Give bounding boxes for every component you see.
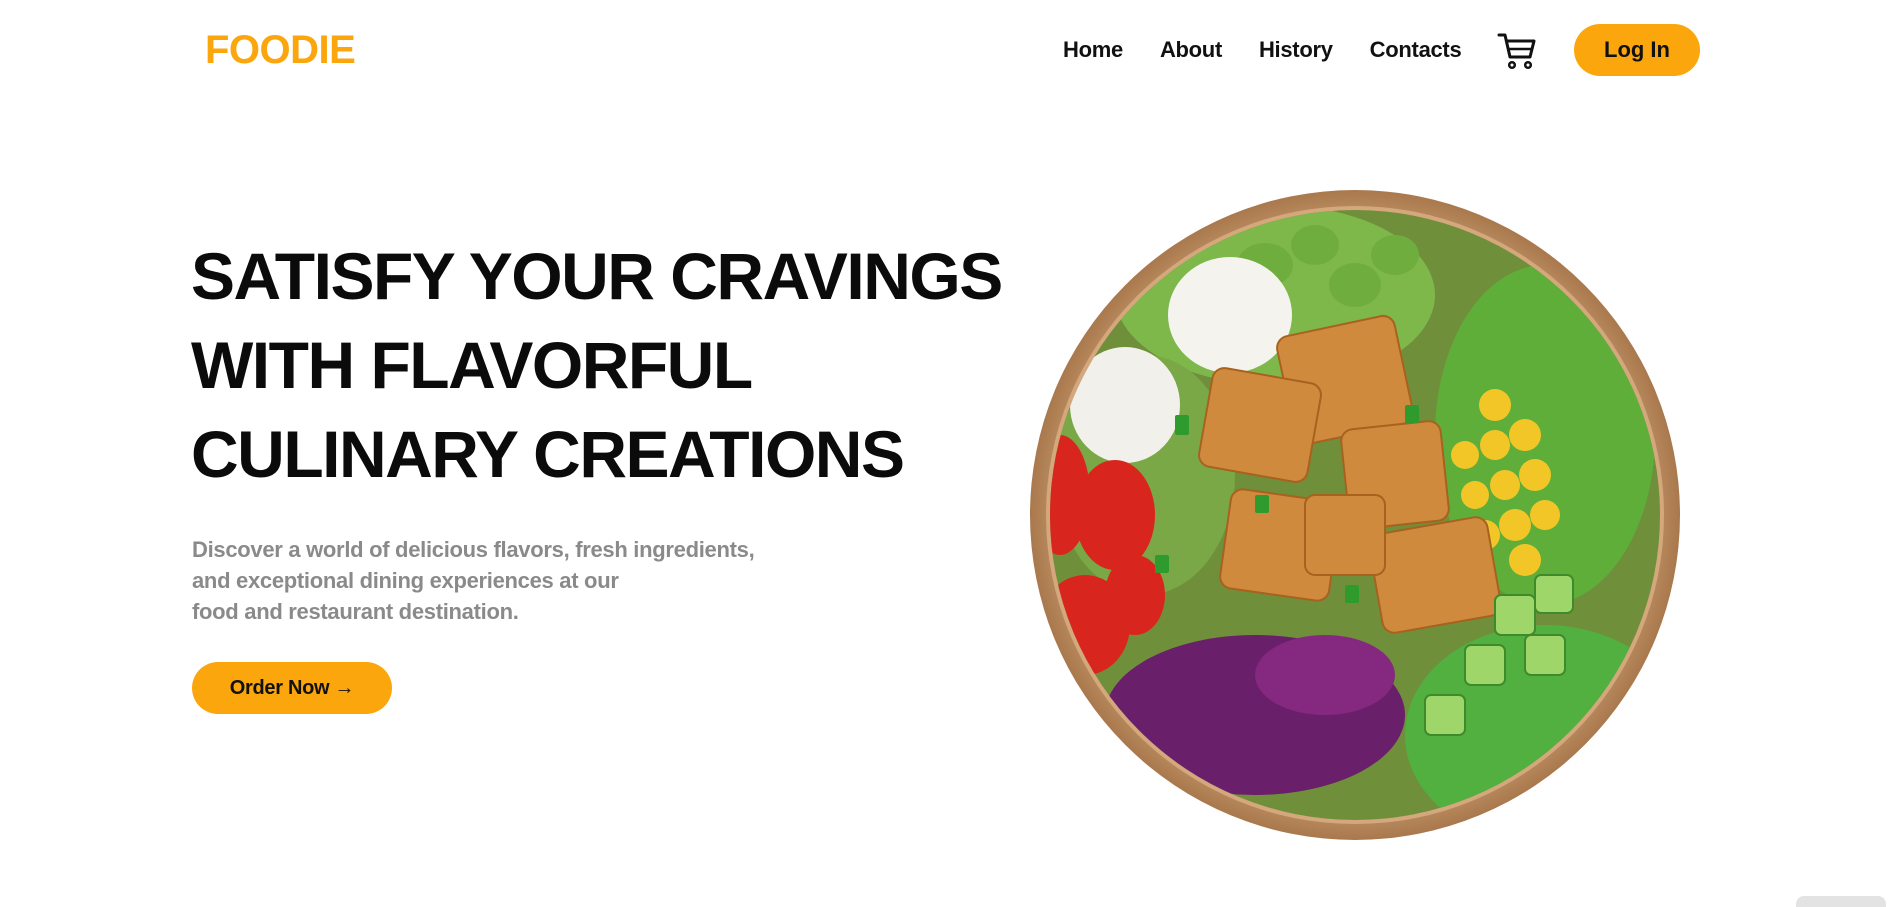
hero-title: SATISFY YOUR CRAVINGS WITH FLAVORFUL CUL… xyxy=(191,232,1031,499)
scroll-indicator xyxy=(1796,896,1886,907)
shopping-cart-icon[interactable] xyxy=(1497,30,1537,70)
salad-bowl-image xyxy=(1030,190,1680,840)
nav-history[interactable]: History xyxy=(1259,32,1333,68)
logo[interactable]: FOODIE xyxy=(205,26,356,74)
hero-title-line: CULINARY CREATIONS xyxy=(191,417,905,491)
order-now-button[interactable]: Order Now → xyxy=(192,662,392,714)
hero-description-line: Discover a world of delicious flavors, f… xyxy=(192,537,755,562)
hero-description-line: food and restaurant destination. xyxy=(192,599,519,624)
hero-description-line: and exceptional dining experiences at ou… xyxy=(192,568,619,593)
login-button[interactable]: Log In xyxy=(1574,24,1700,76)
landing-page: FOODIE Home About History Contacts Log I… xyxy=(0,0,1900,907)
hero-description: Discover a world of delicious flavors, f… xyxy=(192,534,755,627)
nav-about[interactable]: About xyxy=(1160,32,1222,68)
nav-contacts[interactable]: Contacts xyxy=(1370,32,1462,68)
hero-title-line: SATISFY YOUR CRAVINGS xyxy=(191,239,1003,313)
main-nav: Home About History Contacts xyxy=(1063,32,1498,68)
nav-home[interactable]: Home xyxy=(1063,32,1123,68)
hero-title-line: WITH FLAVORFUL xyxy=(191,328,753,402)
